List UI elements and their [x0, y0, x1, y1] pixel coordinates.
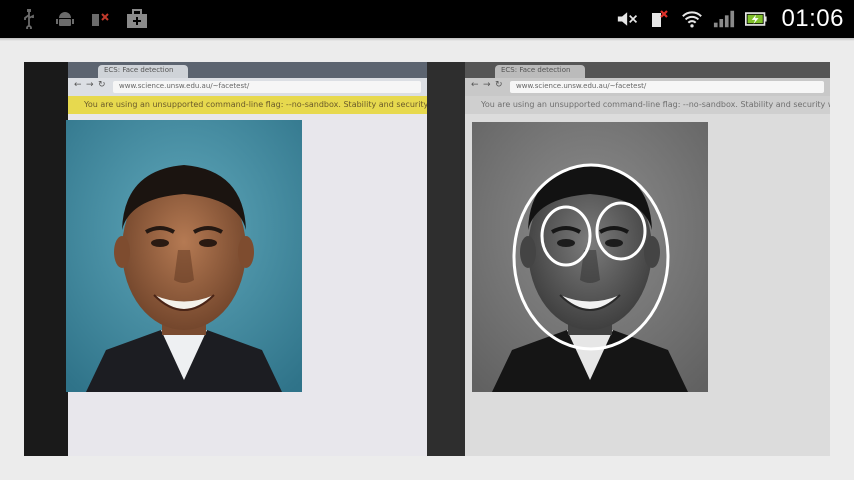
back-arrow-icon: ←: [74, 80, 82, 90]
warning-text: You are using an unsupported command-lin…: [84, 100, 427, 109]
photographed-address-bar: ← → ↻ www.science.unsw.edu.au/~facetest/: [68, 78, 427, 96]
left-eye-detection-ellipse: [540, 205, 592, 267]
url-text: www.science.unsw.edu.au/~facetest/: [119, 82, 250, 90]
signal-icon: [713, 8, 735, 30]
reload-icon: ↻: [98, 80, 106, 90]
portrait-photo: [66, 120, 302, 392]
shopping-bag-icon: [126, 8, 148, 30]
volume-muted-icon: [617, 8, 639, 30]
sim-missing-icon: [90, 8, 112, 30]
detection-overlay: [512, 163, 670, 351]
warning-infobar: You are using an unsupported command-lin…: [68, 96, 427, 114]
right-eye-detection-ellipse: [595, 201, 647, 261]
status-bar-shadow: [0, 38, 854, 41]
grayscale-frame-panel: ECS: Face detection ← → ↻ www.science.un…: [427, 62, 830, 456]
camera-preview[interactable]: ECS: Face detection ← → ↻ www.science.un…: [24, 62, 830, 456]
wifi-icon: [681, 8, 703, 30]
notification-icons: [0, 8, 148, 30]
photographed-tab-strip: ECS: Face detection: [68, 62, 427, 78]
photographed-tab: ECS: Face detection: [98, 65, 188, 78]
status-bar: 01:06: [0, 0, 854, 38]
face-detection-ellipse: [512, 163, 670, 351]
sim-error-icon: [649, 8, 671, 30]
url-field: www.science.unsw.edu.au/~facetest/: [113, 81, 421, 93]
system-icons: 01:06: [617, 0, 844, 38]
status-clock: 01:06: [781, 5, 844, 32]
android-debug-icon: [54, 8, 76, 30]
forward-arrow-icon: →: [86, 80, 94, 90]
usb-icon: [18, 8, 40, 30]
color-frame-panel: ECS: Face detection ← → ↻ www.science.un…: [24, 62, 427, 456]
battery-charging-icon: [745, 8, 768, 30]
tab-title: ECS: Face detection: [104, 66, 174, 74]
